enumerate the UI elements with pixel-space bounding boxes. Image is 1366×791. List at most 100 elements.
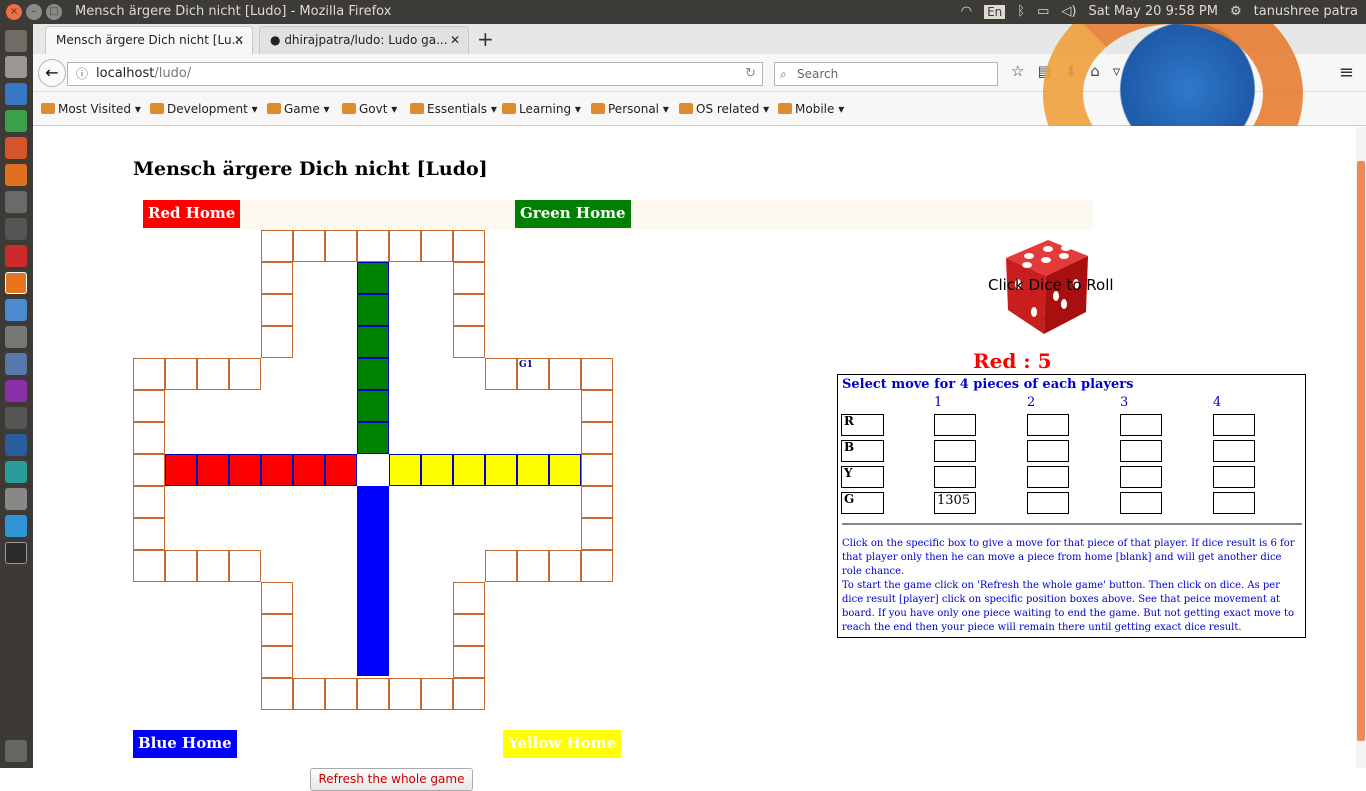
skype-icon[interactable] [5, 515, 27, 537]
board-cell [133, 422, 165, 454]
window-close-button[interactable]: × [6, 4, 22, 20]
red-track-cell [229, 454, 261, 486]
bookmark-mobile[interactable]: Mobile ▾ [778, 102, 844, 116]
reload-icon[interactable]: ↻ [745, 63, 756, 85]
move-box-g2[interactable] [1027, 492, 1069, 514]
green-home: Green Home [515, 200, 631, 228]
system-tray: ◠ En ᛒ ▭ ◁) Sat May 20 9:58 PM ⚙ tanushr… [961, 4, 1358, 19]
extension-icon-2[interactable]: ✦ [1160, 62, 1173, 80]
dice-label[interactable]: Click Dice to Roll [988, 276, 1114, 294]
column-header-3: 3 [1120, 395, 1129, 410]
settings-gear-icon[interactable]: ⚙ [1230, 4, 1242, 19]
impress-icon[interactable] [5, 137, 27, 159]
home-icon[interactable]: ⌂ [1090, 62, 1100, 80]
yellow-track-cell [549, 454, 581, 486]
trash-icon[interactable] [5, 740, 27, 762]
bookmark-development[interactable]: Development ▾ [150, 102, 258, 116]
board-cell [453, 678, 485, 710]
phpstorm-icon[interactable] [5, 380, 27, 402]
files-icon[interactable] [5, 56, 27, 78]
window-minimize-button[interactable]: – [26, 4, 42, 20]
url-bar[interactable]: ⓘ localhost/ludo/ ↻ [67, 62, 763, 86]
opera-icon[interactable] [5, 245, 27, 267]
search-input[interactable]: ⌕ Search [774, 62, 998, 86]
new-tab-button[interactable]: + [477, 26, 494, 52]
blue-home: Blue Home [133, 730, 237, 758]
board-cell [325, 678, 357, 710]
sleep-tab-icon[interactable]: ▫ [1186, 62, 1196, 80]
bookmark-govt[interactable]: Govt ▾ [342, 102, 397, 116]
app-icon-3[interactable] [5, 353, 27, 375]
back-button[interactable]: ← [38, 59, 66, 87]
window-maximize-button[interactable]: □ [46, 4, 62, 20]
writer-icon[interactable] [5, 83, 27, 105]
move-box-g1[interactable]: 1305 [934, 492, 976, 514]
yellow-track-cell [485, 454, 517, 486]
close-icon[interactable]: ✕ [450, 27, 460, 53]
text-editor-icon[interactable] [5, 488, 27, 510]
terminal-icon[interactable] [5, 542, 27, 564]
move-box-y1[interactable] [934, 466, 976, 488]
bookmark-learning[interactable]: Learning ▾ [502, 102, 581, 116]
column-header-2: 2 [1027, 395, 1036, 410]
move-box-r3[interactable] [1120, 414, 1162, 436]
move-box-b3[interactable] [1120, 440, 1162, 462]
app-icon-1[interactable] [5, 218, 27, 240]
board-cell [133, 486, 165, 518]
scrollbar[interactable] [1356, 127, 1366, 768]
move-box-y3[interactable] [1120, 466, 1162, 488]
battery-icon[interactable]: ▭ [1037, 4, 1049, 19]
bookmark-star-icon[interactable]: ☆ [1011, 62, 1024, 80]
app-icon-4[interactable] [5, 407, 27, 429]
move-box-b2[interactable] [1027, 440, 1069, 462]
toolbar-icons: ☆ ▤ ⬇ ⌂ ▿ ▦ ✦ ▫ [1011, 62, 1196, 80]
user-name[interactable]: tanushree patra [1254, 4, 1358, 19]
bookmark-os-related[interactable]: OS related ▾ [679, 102, 769, 116]
software-center-icon[interactable] [5, 164, 27, 186]
green-track-cell [357, 422, 389, 454]
firefox-icon[interactable] [5, 272, 27, 294]
move-box-b1[interactable] [934, 440, 976, 462]
move-box-r4[interactable] [1213, 414, 1255, 436]
volume-icon[interactable]: ◁) [1061, 4, 1076, 19]
downloads-icon[interactable]: ⬇ [1065, 62, 1078, 80]
pocket-icon[interactable]: ▿ [1113, 62, 1121, 80]
menu-icon[interactable]: ≡ [1339, 62, 1354, 83]
column-header-4: 4 [1213, 395, 1222, 410]
system-settings-icon[interactable] [5, 191, 27, 213]
calc-icon[interactable] [5, 110, 27, 132]
bluetooth-icon[interactable]: ᛒ [1017, 4, 1025, 19]
bookmark-game[interactable]: Game ▾ [267, 102, 330, 116]
move-box-y4[interactable] [1213, 466, 1255, 488]
bookmark-personal[interactable]: Personal ▾ [591, 102, 669, 116]
tab-strip: Mensch ärgere Dich nicht [Lu... ✕ ● dhir… [33, 24, 1366, 54]
move-box-b4[interactable] [1213, 440, 1255, 462]
board-cell [581, 358, 613, 390]
board-cell [197, 550, 229, 582]
keyboard-language-indicator[interactable]: En [984, 4, 1006, 19]
instructions: Click on the specific box to give a move… [842, 537, 1302, 635]
reading-list-icon[interactable]: ▤ [1037, 62, 1051, 80]
tab-github[interactable]: ● dhirajpatra/ludo: Ludo ga... ✕ [259, 26, 469, 54]
wifi-icon[interactable]: ◠ [961, 4, 972, 19]
move-box-r2[interactable] [1027, 414, 1069, 436]
move-box-g4[interactable] [1213, 492, 1255, 514]
extension-icon[interactable]: ▦ [1133, 62, 1147, 80]
dash-icon[interactable] [5, 30, 27, 52]
info-icon[interactable]: ⓘ [76, 63, 88, 85]
bookmark-essentials[interactable]: Essentials ▾ [410, 102, 497, 116]
close-icon[interactable]: ✕ [234, 27, 244, 53]
chrome-icon[interactable] [5, 299, 27, 321]
move-box-r1[interactable] [934, 414, 976, 436]
move-box-g3[interactable] [1120, 492, 1162, 514]
board-cell [261, 614, 293, 646]
scrollbar-thumb[interactable] [1357, 161, 1365, 741]
clock[interactable]: Sat May 20 9:58 PM [1088, 4, 1218, 19]
move-box-y2[interactable] [1027, 466, 1069, 488]
refresh-game-button[interactable]: Refresh the whole game [310, 768, 473, 791]
app-icon-5[interactable] [5, 434, 27, 456]
bookmark-most-visited[interactable]: Most Visited ▾ [41, 102, 141, 116]
tab-ludo[interactable]: Mensch ärgere Dich nicht [Lu... ✕ [45, 26, 253, 54]
app-icon-6[interactable] [5, 461, 27, 483]
app-icon-2[interactable] [5, 326, 27, 348]
